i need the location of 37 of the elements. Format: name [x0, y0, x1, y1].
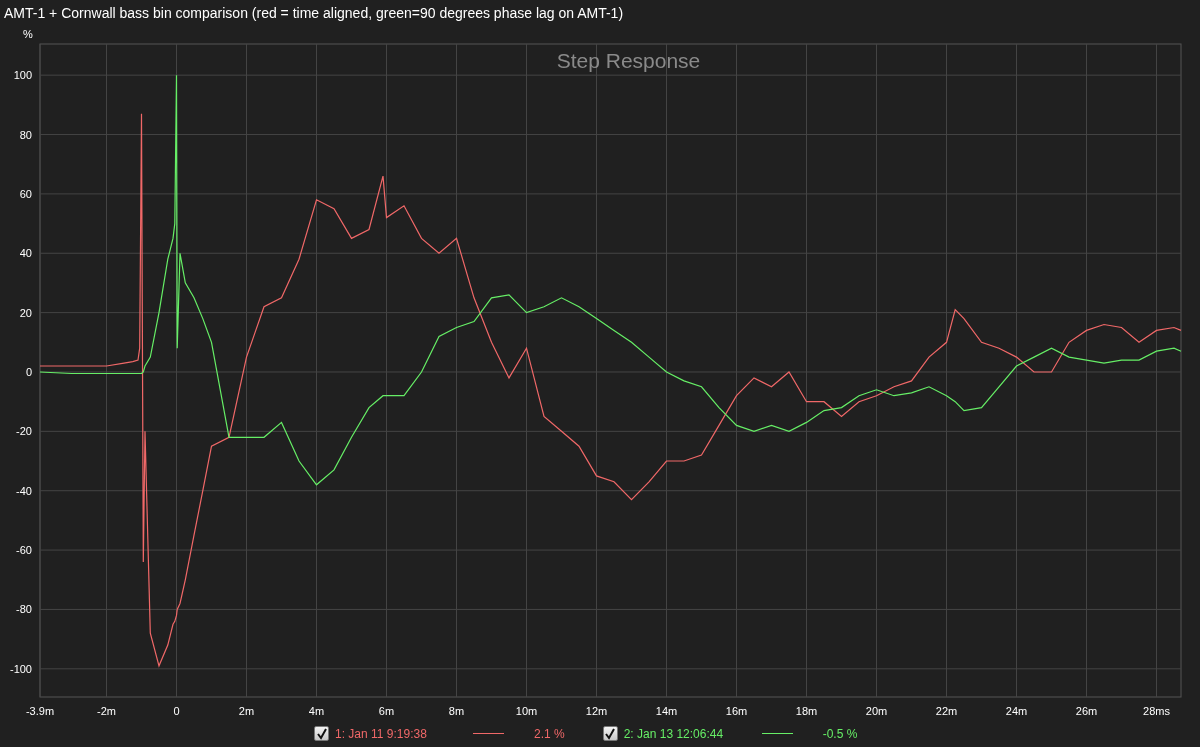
axis-tick-label: 28ms [1143, 705, 1170, 717]
axis-tick-label: -100 [9, 662, 32, 675]
axis-tick-label: -80 [16, 603, 32, 616]
legend-label: 1: Jan 11 9:19:38 [335, 726, 428, 741]
legend-label: 2: Jan 13 12:06:44 [623, 726, 725, 741]
axis-tick-label: 26m [1075, 705, 1098, 717]
axis-tick-label: 14m [655, 705, 678, 717]
axis-tick-label: 2m [238, 705, 255, 717]
axis-tick-label: 60 [19, 187, 32, 200]
axis-tick-label: 22m [935, 705, 958, 717]
checkbox[interactable] [602, 726, 618, 741]
legend-value: 2.1 % [534, 726, 565, 741]
axis-tick-label: -20 [16, 425, 32, 438]
axis-tick-label: -2m [97, 705, 116, 717]
axis-tick-label: 10m [515, 705, 538, 717]
chart-title: Step Response [556, 49, 701, 72]
axis-tick-label: 100 [13, 69, 32, 82]
legend-value: -0.5 % [822, 726, 858, 741]
axis-tick-label: 4m [308, 705, 325, 717]
axis-tick-label: -40 [16, 484, 32, 497]
axis-tick-label: 24m [1005, 705, 1028, 717]
axis-tick-label: 12m [585, 705, 608, 717]
axis-label: % [23, 28, 33, 40]
axis-tick-label: 18m [795, 705, 818, 717]
checkbox[interactable] [314, 726, 329, 741]
axis-tick-label: 80 [19, 128, 32, 141]
axis-tick-label: 16m [725, 705, 748, 717]
axis-tick-label: -3.9m [25, 705, 55, 717]
chart-title: AMT-1 + Cornwall bass bin comparison (red = time aligned, green=90 degrees phase lag on AMT-1) [3, 4, 625, 23]
axis-tick-label: 40 [19, 247, 32, 260]
axis-tick-label: 20 [19, 306, 32, 319]
axis-tick-label: 6m [378, 705, 395, 717]
axis-tick-label: 8m [448, 705, 465, 717]
axis-tick-label: -60 [16, 544, 32, 557]
axis-tick-label: 20m [865, 705, 888, 717]
axis-tick-label: 0 [173, 705, 180, 717]
axis-tick-label: 0 [25, 366, 32, 378]
